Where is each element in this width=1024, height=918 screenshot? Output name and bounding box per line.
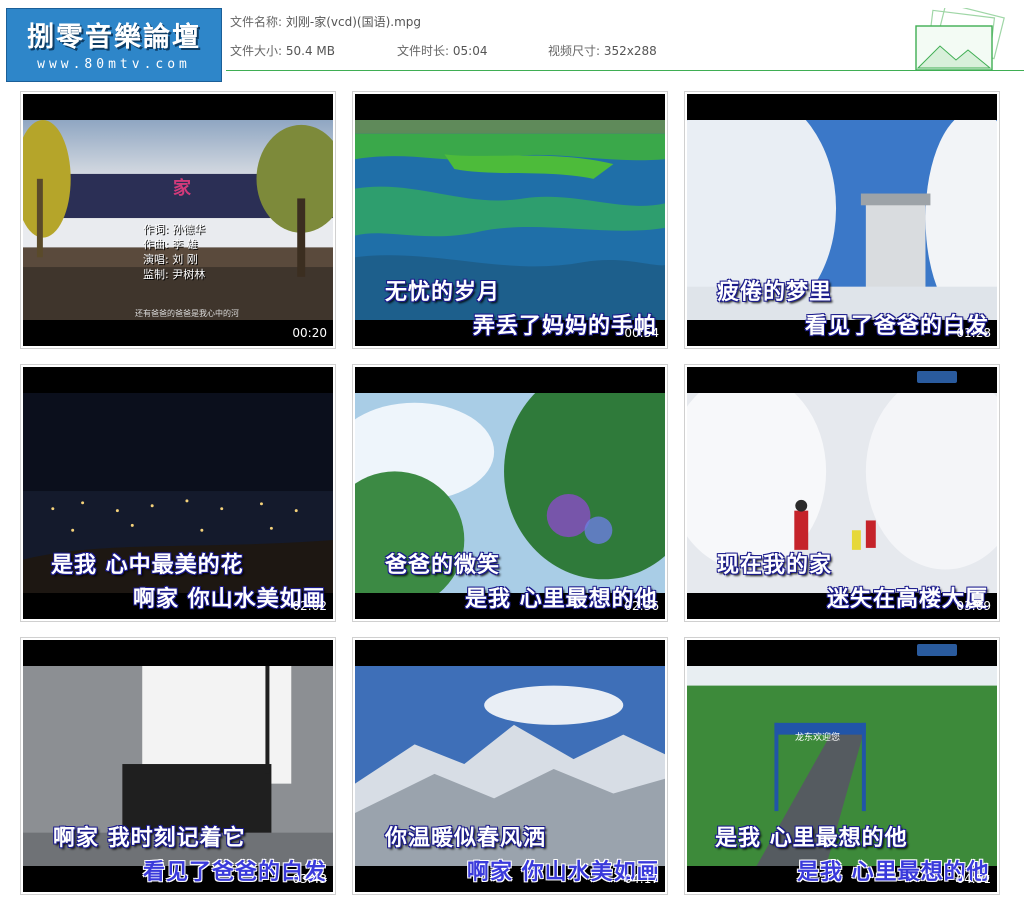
timestamp: 03:43: [292, 872, 327, 886]
file-name-row: 文件名称: 刘刚-家(vcd)(国语).mpg: [230, 13, 421, 30]
song-credits: 作词: 孙德华 作曲: 李 雄 演唱: 刘 刚 监制: 尹树林: [143, 222, 205, 282]
broadcaster-logo: [917, 644, 957, 656]
credit-composer: 作曲: 李 雄: [143, 238, 198, 251]
video-frame: 是我 心中最美的花 啊家 你山水美如画 02:02: [23, 367, 333, 619]
video-frame: 你温暖似春风洒 啊家 你山水美如画 04:17: [355, 640, 665, 892]
dimensions-label: 视频尺寸:: [548, 44, 601, 58]
credits-footer: 还有爸爸的爸爸是我心中的河: [135, 309, 239, 318]
thumbnail-5[interactable]: 爸爸的微笑 是我 心里最想的他 02:36: [352, 364, 668, 622]
timestamp: 02:02: [292, 599, 327, 613]
lyric-line-1: 是我 心里最想的他: [715, 826, 908, 851]
file-name-label: 文件名称:: [230, 15, 283, 29]
duration-label: 文件时长:: [397, 44, 450, 58]
file-size-value: 50.4 MB: [285, 44, 335, 58]
logo-url: www.80mtv.com: [37, 57, 191, 72]
video-frame: 现在我的家 迷失在高楼大厦 03:09: [687, 367, 997, 619]
forum-logo: 捌零音樂論壇 www.80mtv.com: [6, 8, 222, 82]
video-frame: 疲倦的梦里 看见了爸爸的白发 01:28: [687, 94, 997, 346]
video-frame: 无忧的岁月 弄丢了妈妈的手帕 00:54: [355, 94, 665, 346]
thumbnail-8[interactable]: 你温暖似春风洒 啊家 你山水美如画 04:17: [352, 637, 668, 895]
file-size-row: 文件大小: 50.4 MB: [230, 42, 335, 59]
video-frame: 龙东欢迎您 是我 心里最想的他 是我 心里最想的他 04:51: [687, 640, 997, 892]
lyric-line-1: 现在我的家: [717, 553, 833, 578]
credit-producer: 监制: 尹树林: [143, 268, 206, 281]
header-divider: [226, 70, 1024, 71]
lyric-line-1: 你温暖似春风洒: [385, 826, 547, 851]
credit-singer: 演唱: 刘 刚: [143, 253, 198, 266]
lyric-line-1: 疲倦的梦里: [717, 280, 833, 305]
lyric-line-1: 无忧的岁月: [385, 280, 501, 305]
video-frame: 啊家 我时刻记着它 看见了爸爸的白发 03:43: [23, 640, 333, 892]
thumbnail-3[interactable]: 疲倦的梦里 看见了爸爸的白发 01:28: [684, 91, 1000, 349]
lyric-line-1: 啊家 我时刻记着它: [53, 826, 246, 851]
logo-title: 捌零音樂論壇: [27, 22, 201, 53]
timestamp: 03:09: [956, 599, 991, 613]
file-size-label: 文件大小:: [230, 44, 283, 58]
scene-lake-title: [23, 120, 333, 320]
file-name-value: 刘刚-家(vcd)(国语).mpg: [285, 15, 421, 29]
thumbnail-1[interactable]: 家 作词: 孙德华 作曲: 李 雄 演唱: 刘 刚 监制: 尹树林 还有爸爸的爸…: [20, 91, 336, 349]
video-frame: 爸爸的微笑 是我 心里最想的他 02:36: [355, 367, 665, 619]
picture-frames-icon: [915, 8, 1005, 70]
credit-lyricist: 作词: 孙德华: [143, 223, 206, 236]
song-title: 家: [173, 178, 191, 199]
thumbnail-4[interactable]: 是我 心中最美的花 啊家 你山水美如画 02:02: [20, 364, 336, 622]
timestamp: 02:36: [624, 599, 659, 613]
dimensions-row: 视频尺寸: 352x288: [548, 42, 657, 59]
lyric-line-1: 是我 心中最美的花: [51, 553, 244, 578]
dimensions-value: 352x288: [603, 44, 657, 58]
thumbnail-9[interactable]: 龙东欢迎您 是我 心里最想的他 是我 心里最想的他 04:51: [684, 637, 1000, 895]
thumbnail-7[interactable]: 啊家 我时刻记着它 看见了爸爸的白发 03:43: [20, 637, 336, 895]
timestamp: 04:51: [956, 872, 991, 886]
timestamp: 04:17: [624, 872, 659, 886]
thumbnail-2[interactable]: 无忧的岁月 弄丢了妈妈的手帕 00:54: [352, 91, 668, 349]
timestamp: 01:28: [956, 326, 991, 340]
broadcaster-logo: [917, 371, 957, 383]
lyric-line-1: 爸爸的微笑: [385, 553, 501, 578]
timestamp: 00:20: [292, 326, 327, 340]
duration-value: 05:04: [452, 44, 488, 58]
thumbnail-6[interactable]: 现在我的家 迷失在高楼大厦 03:09: [684, 364, 1000, 622]
road-sign-text: 龙东欢迎您: [795, 733, 841, 743]
duration-row: 文件时长: 05:04: [397, 42, 487, 59]
video-frame: 家 作词: 孙德华 作曲: 李 雄 演唱: 刘 刚 监制: 尹树林 还有爸爸的爸…: [23, 94, 333, 346]
timestamp: 00:54: [624, 326, 659, 340]
